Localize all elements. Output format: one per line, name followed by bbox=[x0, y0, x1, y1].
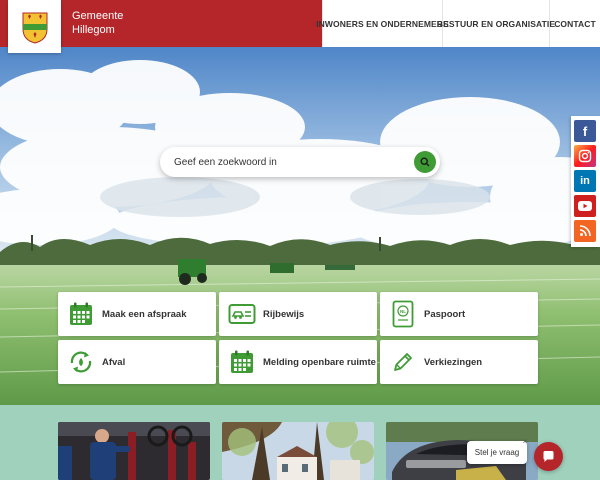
search-input[interactable] bbox=[174, 147, 404, 177]
rss-icon[interactable] bbox=[574, 220, 596, 242]
chat-prompt-label: Stel je vraag bbox=[474, 448, 520, 457]
pencil-icon bbox=[382, 340, 424, 384]
youtube-glyph bbox=[578, 201, 592, 211]
recycle-icon bbox=[60, 340, 102, 384]
tile-rijbewijs[interactable]: Rijbewijs bbox=[219, 292, 377, 336]
chat-button[interactable] bbox=[534, 442, 563, 471]
brand-name-line1: Gemeente bbox=[72, 10, 124, 22]
close-icon[interactable]: × bbox=[520, 437, 530, 447]
news-card-1[interactable] bbox=[58, 422, 210, 480]
instagram-icon[interactable] bbox=[574, 145, 596, 167]
chat-prompt[interactable]: Stel je vraag × bbox=[467, 437, 527, 464]
passport-icon: NL bbox=[382, 292, 424, 336]
driving-license-icon bbox=[221, 292, 263, 336]
brand-name-line2: Hillegom bbox=[72, 24, 115, 36]
tile-verkiezingen[interactable]: Verkiezingen bbox=[380, 340, 538, 384]
news-card-2[interactable] bbox=[222, 422, 374, 480]
tile-label: Rijbewijs bbox=[263, 308, 305, 320]
main-nav: INWONERS EN ONDERNEMERS BESTUUR EN ORGAN… bbox=[316, 0, 600, 47]
tile-label: Maak een afspraak bbox=[102, 308, 187, 320]
youtube-icon[interactable] bbox=[574, 195, 596, 217]
calendar-icon bbox=[60, 292, 102, 336]
news-photo bbox=[222, 422, 374, 480]
site-header: Gemeente Hillegom INWONERS EN ONDERNEMER… bbox=[0, 0, 600, 53]
chat-bubble-icon bbox=[543, 451, 554, 462]
instagram-glyph bbox=[578, 149, 592, 163]
svg-text:NL: NL bbox=[400, 309, 406, 314]
municipality-logo[interactable] bbox=[8, 0, 61, 53]
social-sidebar: f in bbox=[571, 116, 600, 247]
tile-label: Afval bbox=[102, 356, 126, 368]
tile-label: Verkiezingen bbox=[424, 356, 483, 368]
linkedin-icon[interactable]: in bbox=[574, 170, 596, 192]
nav-item-inwoners[interactable]: INWONERS EN ONDERNEMERS bbox=[316, 0, 449, 47]
tile-maak-een-afspraak[interactable]: Maak een afspraak bbox=[58, 292, 216, 336]
linkedin-glyph: in bbox=[580, 175, 590, 187]
tile-melding-openbare-ruimte[interactable]: Melding openbare ruimte bbox=[219, 340, 377, 384]
tile-label: Melding openbare ruimte bbox=[263, 356, 376, 368]
rss-glyph bbox=[579, 225, 591, 237]
calendar-icon bbox=[221, 340, 263, 384]
tile-paspoort[interactable]: NL Paspoort bbox=[380, 292, 538, 336]
search-button[interactable] bbox=[414, 151, 436, 173]
news-photo bbox=[58, 422, 210, 480]
coat-of-arms-icon bbox=[22, 12, 47, 44]
tile-label: Paspoort bbox=[424, 308, 466, 320]
facebook-icon[interactable]: f bbox=[574, 120, 596, 142]
nav-item-contact[interactable]: CONTACT bbox=[549, 0, 600, 47]
brand-name[interactable]: Gemeente Hillegom bbox=[72, 9, 123, 37]
tile-afval[interactable]: Afval bbox=[58, 340, 216, 384]
search-bar bbox=[160, 147, 440, 177]
facebook-glyph: f bbox=[582, 123, 588, 139]
nav-item-bestuur[interactable]: BESTUUR EN ORGANISATIE bbox=[437, 0, 555, 47]
search-icon bbox=[420, 157, 430, 167]
